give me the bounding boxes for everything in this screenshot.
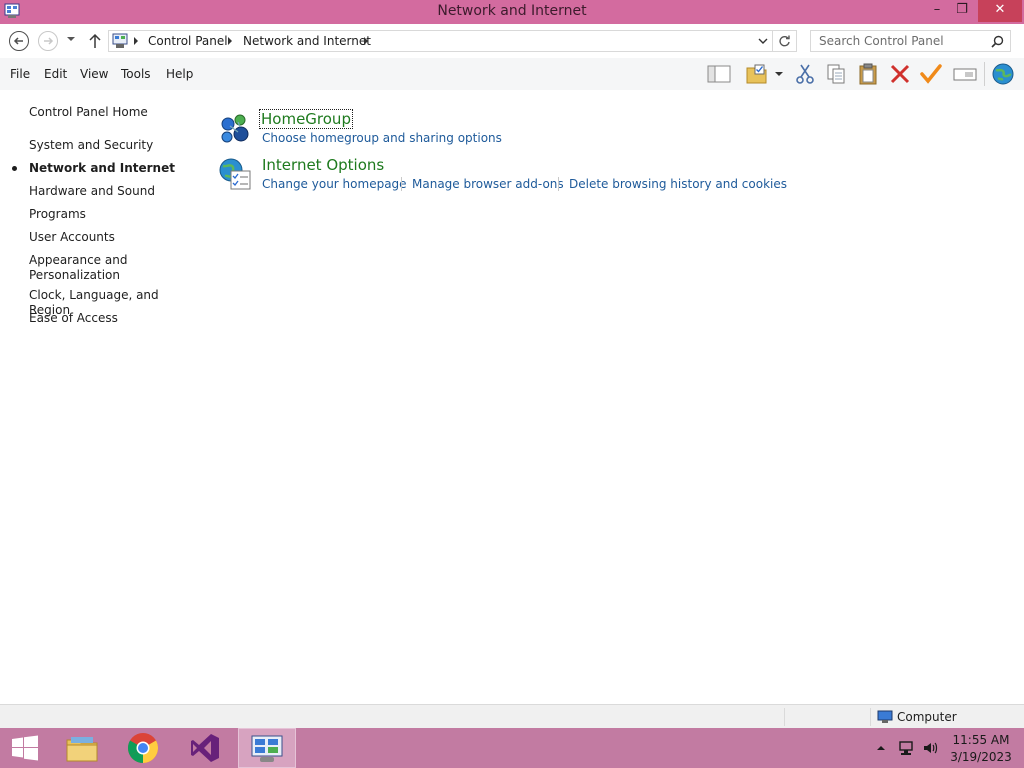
nav-appearance-and-personalization[interactable]: Appearance and Personalization	[29, 253, 139, 283]
folder-icon	[66, 737, 98, 762]
taskbar-file-explorer[interactable]	[52, 728, 110, 768]
left-nav-pane: Control Panel Home System and Security N…	[0, 90, 200, 704]
network-icon[interactable]	[898, 740, 914, 756]
clock-date[interactable]: 3/19/2023	[950, 750, 1012, 764]
refresh-button[interactable]	[773, 30, 797, 52]
active-bullet	[12, 166, 17, 171]
breadcrumb-control-panel[interactable]: Control Panel	[148, 34, 228, 48]
recent-locations-icon[interactable]	[66, 35, 76, 43]
choose-homegroup-link[interactable]: Choose homegroup and sharing options	[262, 131, 502, 145]
layout-pane-icon[interactable]	[706, 62, 732, 86]
taskbar: 11:55 AM 3/19/2023	[0, 728, 1024, 768]
taskbar-chrome[interactable]	[114, 728, 172, 768]
checkmark-icon[interactable]	[918, 62, 944, 86]
nav-ease-of-access[interactable]: Ease of Access	[29, 311, 118, 326]
homegroup-title[interactable]: HomeGroup	[259, 109, 353, 129]
globe-icon[interactable]	[990, 62, 1016, 86]
window-title: Network and Internet	[437, 3, 587, 19]
delete-history-link[interactable]: Delete browsing history and cookies	[569, 177, 787, 191]
paste-icon[interactable]	[855, 62, 881, 86]
control-panel-home-link[interactable]: Control Panel Home	[29, 105, 148, 120]
visual-studio-icon	[191, 734, 219, 762]
forward-button[interactable]	[38, 31, 58, 51]
chevron-right-icon[interactable]	[133, 36, 139, 46]
volume-icon[interactable]	[922, 740, 938, 756]
taskbar-control-panel[interactable]	[238, 728, 296, 768]
delete-icon[interactable]	[887, 62, 913, 86]
chrome-icon	[127, 733, 159, 763]
menu-view[interactable]: View	[80, 67, 108, 81]
status-divider	[784, 708, 785, 726]
refresh-icon	[779, 35, 790, 47]
title-bar[interactable]: Network and Internet – ❐ ✕	[0, 0, 1024, 24]
link-separator	[401, 177, 402, 191]
menu-edit[interactable]: Edit	[44, 67, 67, 81]
address-row: Control Panel Network and Internet	[0, 24, 1024, 58]
close-button[interactable]: ✕	[978, 0, 1022, 22]
back-button[interactable]	[9, 31, 29, 51]
search-input[interactable]	[811, 31, 987, 51]
taskbar-visual-studio[interactable]	[176, 728, 234, 768]
control-panel-icon	[251, 735, 283, 762]
breadcrumb-network-and-internet[interactable]: Network and Internet	[243, 34, 371, 48]
search-box[interactable]	[810, 30, 1011, 52]
copy-icon[interactable]	[823, 62, 849, 86]
menu-bar: File Edit View Tools Help	[0, 58, 1024, 90]
folder-options-icon[interactable]	[744, 62, 770, 86]
status-divider	[870, 708, 871, 726]
menu-help[interactable]: Help	[166, 67, 193, 81]
menu-tools[interactable]: Tools	[121, 67, 151, 81]
windows-logo-icon	[12, 735, 38, 761]
chevron-right-icon[interactable]	[227, 36, 233, 46]
chevron-right-icon[interactable]	[363, 36, 369, 46]
computer-icon	[877, 710, 893, 723]
start-button[interactable]	[0, 728, 58, 768]
restore-button[interactable]: ❐	[947, 0, 977, 22]
status-zone: Computer	[897, 710, 957, 724]
rename-icon[interactable]	[952, 62, 978, 86]
menu-file[interactable]: File	[10, 67, 30, 81]
status-bar: Computer	[0, 704, 1024, 728]
nav-programs[interactable]: Programs	[29, 207, 86, 222]
nav-hardware-and-sound[interactable]: Hardware and Sound	[29, 184, 155, 199]
homegroup-icon[interactable]	[218, 112, 252, 146]
manage-addons-link[interactable]: Manage browser add-ons	[412, 177, 564, 191]
clock-time[interactable]: 11:55 AM	[950, 733, 1012, 747]
internet-options-title[interactable]: Internet Options	[262, 156, 384, 174]
arrow-left-icon	[13, 37, 23, 45]
internet-options-icon[interactable]	[218, 157, 252, 191]
chevron-up-icon[interactable]	[876, 744, 886, 752]
change-homepage-link[interactable]: Change your homepage	[262, 177, 407, 191]
arrow-right-icon	[44, 37, 54, 45]
chevron-down-icon[interactable]	[772, 62, 786, 86]
nav-system-and-security[interactable]: System and Security	[29, 138, 153, 153]
search-icon[interactable]	[991, 35, 1004, 48]
link-separator	[558, 177, 559, 191]
chevron-down-icon[interactable]	[758, 37, 768, 45]
nav-user-accounts[interactable]: User Accounts	[29, 230, 115, 245]
control-panel-icon	[112, 33, 128, 48]
toolbar-separator	[984, 62, 985, 86]
nav-network-and-internet[interactable]: Network and Internet	[29, 161, 175, 176]
up-arrow-icon[interactable]	[88, 33, 102, 49]
address-bar[interactable]: Control Panel Network and Internet	[108, 30, 773, 52]
cut-icon[interactable]	[792, 62, 818, 86]
